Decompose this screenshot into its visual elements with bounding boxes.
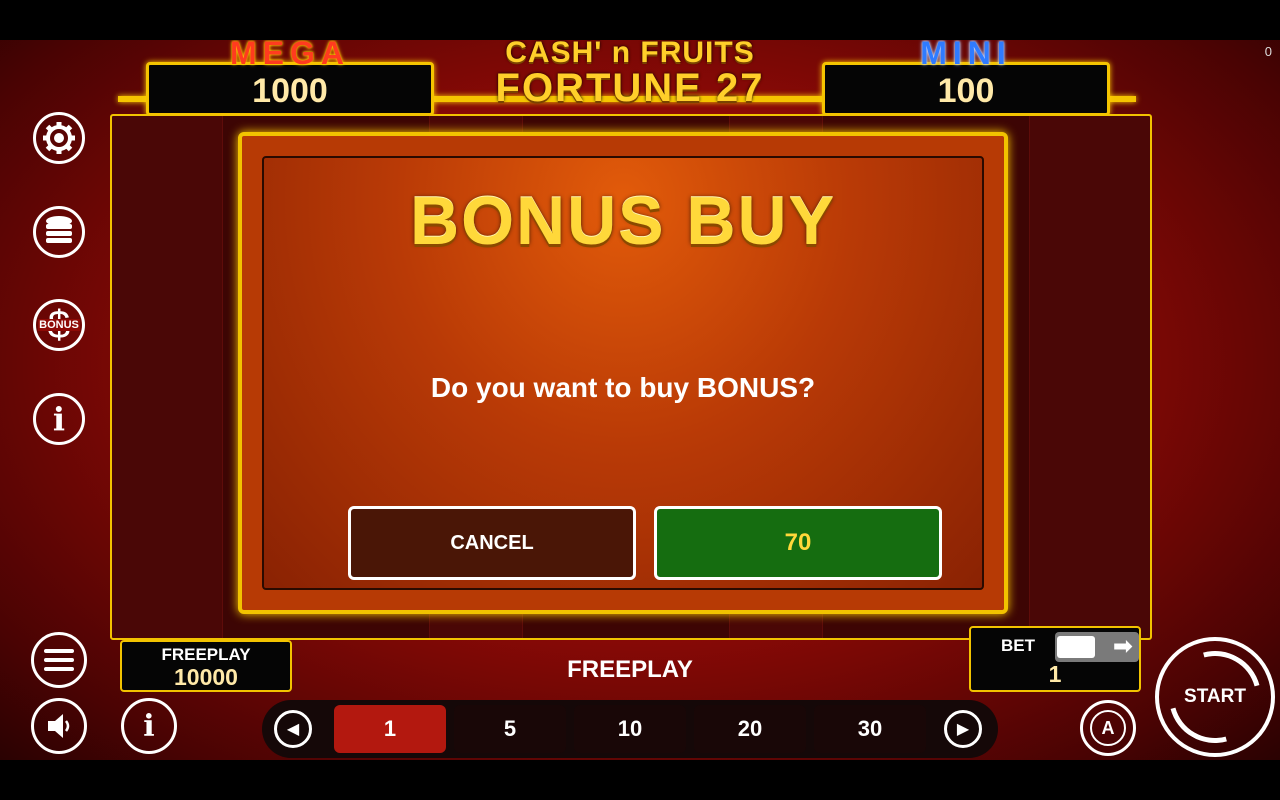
sound-icon[interactable] [31, 698, 87, 754]
game-logo: CASH' n FRUITS FORTUNE 27 [470, 40, 790, 114]
credit-label: FREEPLAY [161, 645, 251, 664]
paytable-info-icon[interactable]: i [121, 698, 177, 754]
speaker-icon [48, 714, 70, 738]
dialog-question: Do you want to buy BONUS? [430, 372, 816, 403]
mini-jackpot-panel: MINI 100 [822, 40, 1110, 116]
bet-option[interactable]: 1 [334, 705, 446, 753]
logo-line-1: CASH' n FRUITS [505, 40, 755, 69]
prev-bet-button[interactable]: ◀ [274, 710, 312, 748]
bonus-dollar-icon[interactable]: $ BONUS [33, 299, 85, 351]
dialog-panel: BONUS BUY Do you want to buy BONUS? CANC… [262, 156, 984, 590]
info-glyph-icon: i [52, 400, 66, 438]
corner-counter: 0 [1264, 44, 1272, 59]
logo-line-2: FORTUNE 27 [495, 66, 765, 110]
mini-jackpot-value: 100 [937, 72, 995, 110]
bet-option[interactable]: 5 [454, 705, 566, 753]
mega-jackpot-value: 1000 [252, 72, 328, 110]
arrow-right-icon: ➡ [1112, 633, 1133, 660]
game-screen: 0 MEGA 1000 MINI 100 CASH' n FRUITS FORT… [0, 40, 1280, 760]
mega-jackpot-panel: MEGA 1000 [146, 40, 434, 116]
settings-gear-icon[interactable] [33, 112, 85, 164]
bet-display: BET ➡ 1 [969, 626, 1141, 692]
menu-line [44, 658, 74, 662]
coins-icon [46, 216, 72, 243]
bet-selector: ◀ 1 5 10 20 30 ▶ [262, 700, 998, 758]
bonus-icon-label: BONUS [38, 319, 80, 331]
next-bet-button[interactable]: ▶ [944, 710, 982, 748]
menu-line [44, 667, 74, 671]
bet-label: BET [1001, 636, 1035, 655]
bet-toggle[interactable]: ➡ [1055, 632, 1139, 662]
bet-value: 1 [1048, 661, 1062, 687]
bet-option[interactable]: 20 [694, 705, 806, 753]
start-label: START [1184, 686, 1246, 707]
chevron-right-icon: ▶ [956, 721, 970, 738]
gear-icon [43, 122, 75, 154]
dialog-title: BONUS BUY [409, 183, 837, 259]
mega-jackpot-label: MEGA [230, 40, 350, 71]
status-text: FREEPLAY [567, 656, 693, 683]
coins-stack-icon[interactable] [33, 206, 85, 258]
buy-bonus-button[interactable]: 70 [654, 506, 942, 580]
menu-icon[interactable] [31, 632, 87, 688]
bet-option[interactable]: 30 [814, 705, 926, 753]
info-icon[interactable]: i [33, 393, 85, 445]
credit-value: 10000 [174, 664, 238, 690]
credit-display: FREEPLAY 10000 [120, 640, 292, 692]
mini-jackpot-label: MINI [920, 40, 1012, 71]
toggle-knob [1057, 636, 1095, 658]
cancel-button[interactable]: CANCEL [348, 506, 636, 580]
bonus-buy-dialog: BONUS BUY Do you want to buy BONUS? CANC… [238, 132, 1008, 614]
autoplay-icon: A [1090, 710, 1126, 746]
start-button[interactable]: START [1152, 634, 1278, 760]
menu-line [44, 649, 74, 653]
autoplay-button[interactable]: A [1080, 700, 1136, 756]
chevron-left-icon: ◀ [286, 721, 300, 738]
bet-option[interactable]: 10 [574, 705, 686, 753]
